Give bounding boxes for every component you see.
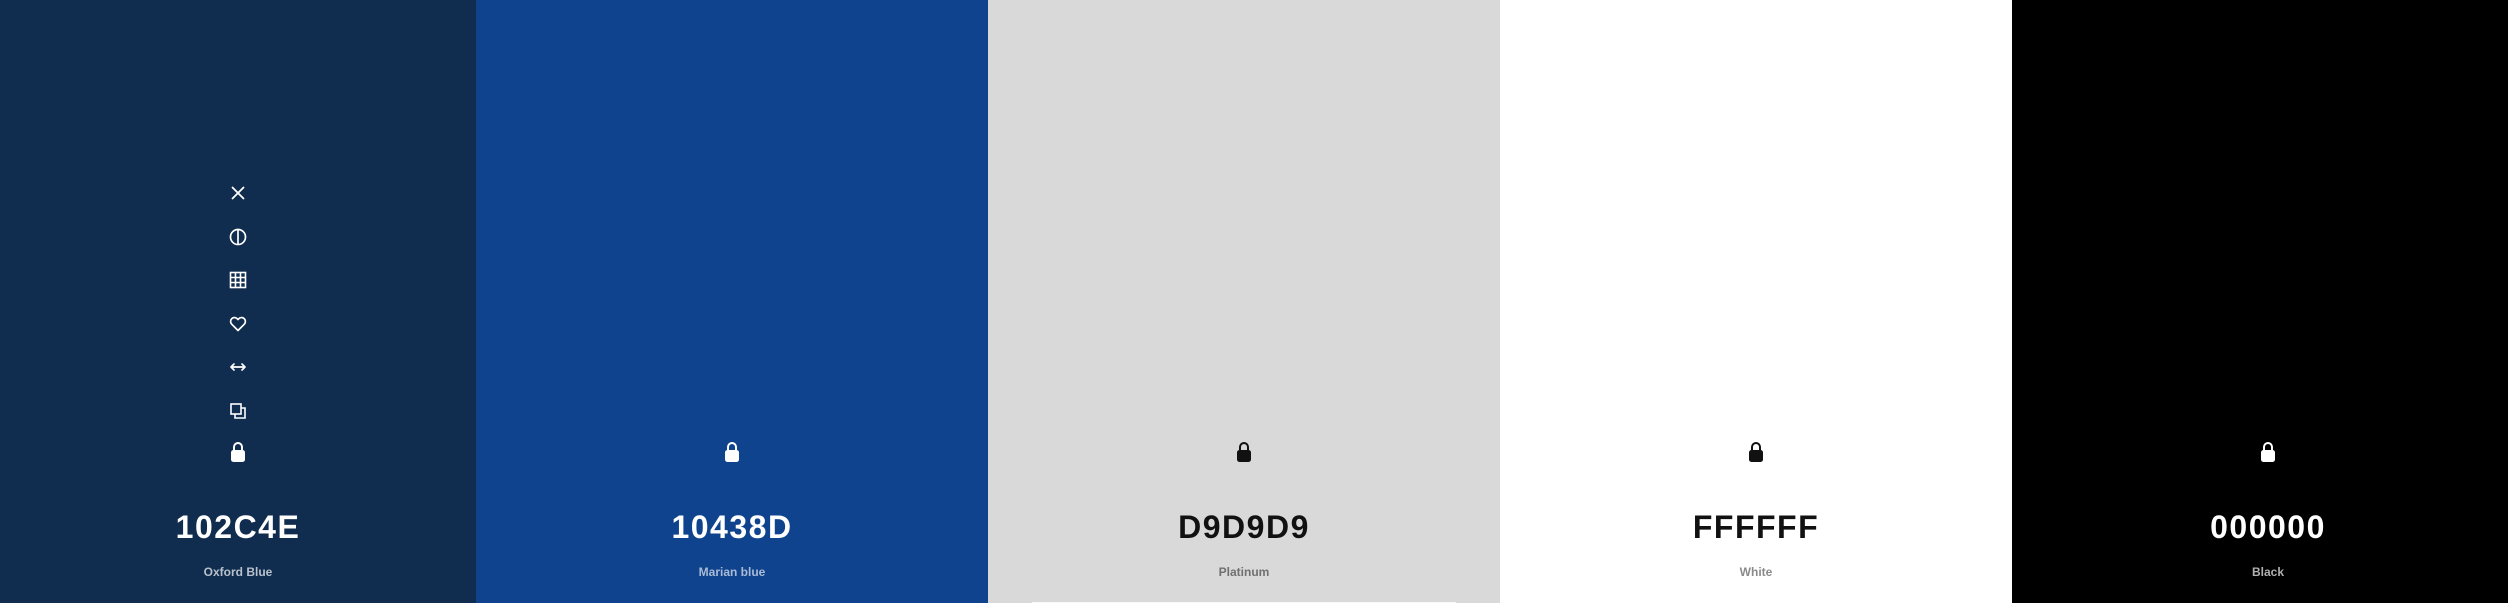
lock-icon — [1749, 442, 1763, 462]
swatch-platinum[interactable]: D9D9D9 Platinum — [988, 0, 1500, 603]
close-icon — [231, 186, 245, 200]
swatch-white[interactable]: FFFFFF White — [1500, 0, 2012, 603]
copy-icon — [230, 402, 246, 419]
color-name: Black — [2251, 565, 2285, 579]
contrast-icon — [229, 228, 247, 245]
lock-button[interactable] — [223, 437, 253, 467]
lock-button[interactable] — [717, 437, 747, 467]
drag-color-button[interactable] — [223, 352, 253, 382]
lock-icon — [1237, 442, 1251, 462]
swatch-oxford-blue[interactable]: 102C4E Oxford Blue — [0, 0, 476, 603]
grid-icon — [229, 271, 247, 289]
swatch-marian-blue[interactable]: 10438D Marian blue — [476, 0, 988, 603]
color-palette: 102C4E Oxford Blue 10438D Marian blue D9… — [0, 0, 2508, 603]
lock-button[interactable] — [2253, 437, 2283, 467]
save-color-button[interactable] — [223, 309, 253, 339]
lock-button[interactable] — [1229, 437, 1259, 467]
heart-icon — [229, 316, 247, 331]
remove-color-button[interactable] — [223, 178, 253, 208]
swap-icon — [230, 363, 246, 371]
hex-code[interactable]: 000000 — [2012, 505, 2508, 549]
color-name: Oxford Blue — [203, 565, 273, 579]
hex-code[interactable]: 102C4E — [0, 505, 476, 549]
copy-hex-button[interactable] — [223, 396, 253, 426]
hex-code[interactable]: FFFFFF — [1500, 505, 2012, 549]
color-name: Platinum — [1218, 565, 1270, 579]
lock-button[interactable] — [1741, 437, 1771, 467]
lock-icon — [2261, 442, 2275, 462]
lock-icon — [231, 442, 245, 462]
view-shades-button[interactable] — [223, 265, 253, 295]
shades-button[interactable] — [223, 222, 253, 252]
swatch-toolbar — [223, 178, 253, 439]
hex-code[interactable]: D9D9D9 — [988, 505, 1500, 549]
hex-code[interactable]: 10438D — [476, 505, 988, 549]
lock-icon — [725, 442, 739, 462]
color-name: White — [1739, 565, 1773, 579]
swatch-black[interactable]: 000000 Black — [2012, 0, 2508, 603]
color-name: Marian blue — [698, 565, 766, 579]
